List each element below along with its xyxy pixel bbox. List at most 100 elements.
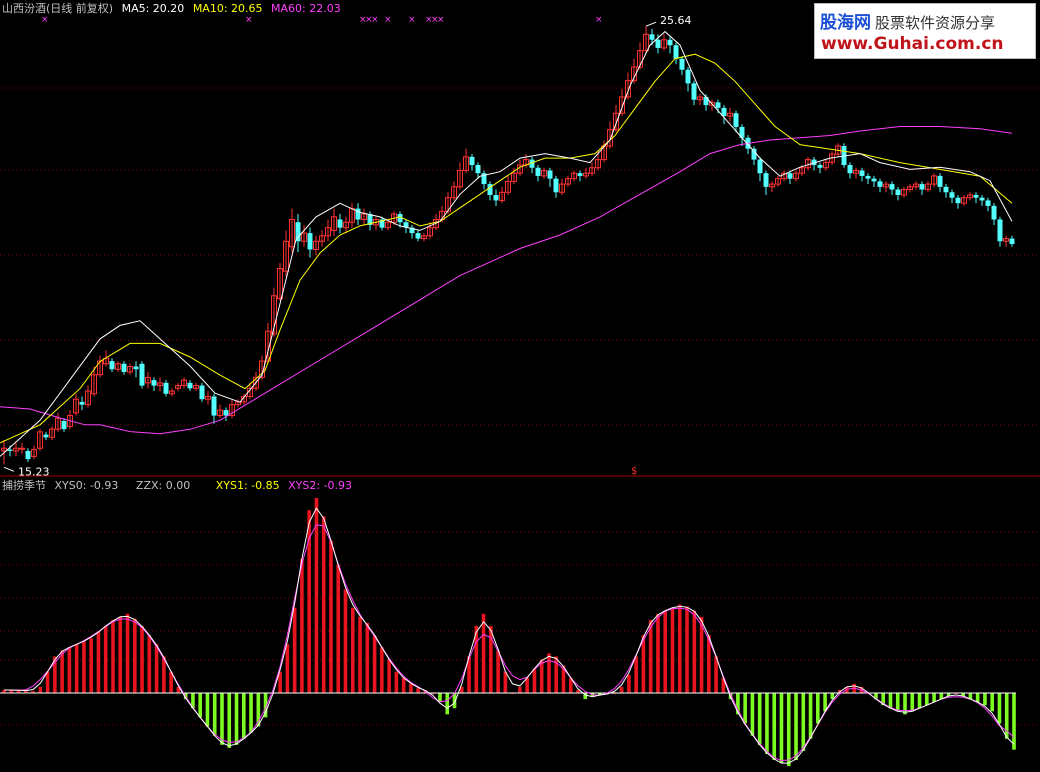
histogram-bar bbox=[895, 693, 900, 712]
signal-mark: × bbox=[384, 15, 392, 25]
candle-body bbox=[211, 396, 217, 416]
candle-body bbox=[223, 410, 229, 416]
ma60-label: MA60: 22.03 bbox=[271, 2, 341, 15]
stock-title: 山西汾酒(日线 前复权) bbox=[2, 2, 114, 15]
candle-body bbox=[751, 148, 757, 160]
histogram-bar bbox=[285, 644, 290, 693]
candle-body bbox=[547, 170, 553, 179]
histogram-bar bbox=[111, 619, 115, 693]
candle-body bbox=[139, 363, 145, 386]
histogram-bar bbox=[801, 693, 806, 751]
indicator-legend: 捕捞季节 XYS0: -0.93 ZZX: 0.00 XYS1: -0.85 X… bbox=[2, 479, 357, 492]
low-price-label: 15.23 bbox=[18, 465, 50, 478]
histogram-bar bbox=[67, 647, 72, 693]
histogram-bar bbox=[416, 688, 420, 693]
histogram-bar bbox=[38, 686, 43, 693]
candle-body bbox=[7, 449, 13, 451]
histogram-bar bbox=[118, 616, 123, 693]
candle-body bbox=[685, 69, 691, 84]
histogram-bar bbox=[234, 693, 239, 745]
candle-body bbox=[307, 233, 313, 250]
histogram-bar bbox=[394, 671, 399, 693]
candle-body bbox=[991, 205, 997, 220]
candle-body bbox=[79, 401, 85, 405]
signal-mark: × bbox=[41, 15, 49, 25]
histogram-bar bbox=[670, 607, 675, 693]
histogram-bar bbox=[241, 693, 246, 739]
candle-body bbox=[553, 178, 559, 193]
histogram-bar bbox=[365, 622, 370, 693]
high-price-label: 25.64 bbox=[660, 14, 692, 27]
histogram-bar bbox=[481, 613, 486, 693]
histogram-bar bbox=[103, 625, 108, 693]
histogram-bar bbox=[445, 693, 450, 715]
histogram-bar bbox=[794, 693, 798, 761]
histogram-bar bbox=[975, 693, 980, 703]
candle-body bbox=[1009, 238, 1015, 244]
histogram-bar bbox=[685, 606, 689, 693]
histogram-bar bbox=[1012, 693, 1016, 750]
histogram-bar bbox=[82, 641, 86, 693]
candle-body bbox=[985, 200, 991, 206]
histogram-bar bbox=[808, 693, 813, 739]
histogram-bar bbox=[910, 693, 915, 712]
histogram-bar bbox=[518, 686, 522, 693]
histogram-bar bbox=[60, 650, 64, 693]
candle-body bbox=[997, 219, 1003, 242]
histogram-bar bbox=[350, 607, 355, 693]
candle-body bbox=[151, 380, 157, 386]
histogram-bar bbox=[983, 693, 987, 706]
candle-body bbox=[577, 173, 583, 176]
histogram-bar bbox=[816, 693, 820, 724]
histogram-bar bbox=[743, 693, 747, 724]
histogram-bar bbox=[220, 693, 224, 745]
ma5-line bbox=[0, 30, 1013, 457]
histogram-bar bbox=[619, 686, 624, 693]
candle-body bbox=[937, 175, 943, 187]
candle-body bbox=[715, 102, 721, 108]
histogram-bar bbox=[89, 638, 93, 693]
histogram-bar bbox=[707, 635, 711, 693]
watermark-brand: 股海网 bbox=[820, 13, 871, 33]
ma5-label: MA5: 20.20 bbox=[121, 2, 185, 15]
histogram-bar bbox=[714, 656, 718, 693]
histogram-bar bbox=[321, 516, 326, 693]
candle-body bbox=[691, 83, 697, 100]
split-marker: $ bbox=[631, 466, 637, 477]
histogram-bar bbox=[329, 540, 333, 693]
histogram-bar bbox=[336, 565, 341, 693]
histogram-bar bbox=[997, 693, 1002, 724]
histogram-bar bbox=[74, 644, 79, 693]
candle-body bbox=[955, 197, 961, 204]
zzx-label: ZZX: 0.00 bbox=[135, 479, 191, 492]
histogram-bar bbox=[372, 635, 377, 693]
candle-body bbox=[121, 363, 127, 372]
histogram-bar bbox=[757, 693, 762, 745]
candle-body bbox=[475, 165, 481, 174]
candle-body bbox=[679, 58, 685, 70]
histogram-bar bbox=[750, 693, 755, 736]
signal-mark: × bbox=[245, 15, 253, 25]
signal-mark: × bbox=[408, 15, 416, 25]
histogram-bar bbox=[212, 693, 217, 736]
histogram-bar bbox=[96, 632, 101, 693]
histogram-bar bbox=[634, 656, 638, 693]
histogram-bar bbox=[786, 693, 791, 767]
candle-body bbox=[469, 156, 475, 166]
candle-body bbox=[787, 173, 793, 179]
candle-body bbox=[733, 113, 739, 127]
histogram-bar bbox=[45, 671, 50, 693]
candle-body bbox=[493, 194, 499, 201]
candle-body bbox=[673, 45, 679, 59]
histogram-bar bbox=[300, 558, 304, 693]
histogram-bar bbox=[343, 589, 348, 693]
candle-body bbox=[295, 222, 301, 242]
histogram-bar bbox=[503, 671, 508, 693]
candle-body bbox=[535, 167, 541, 176]
candle-body bbox=[757, 159, 763, 174]
candle-body bbox=[817, 165, 823, 168]
histogram-bar bbox=[387, 659, 391, 693]
histogram-bar bbox=[489, 625, 493, 693]
candle-body bbox=[163, 382, 169, 394]
histogram-bar bbox=[496, 650, 500, 693]
